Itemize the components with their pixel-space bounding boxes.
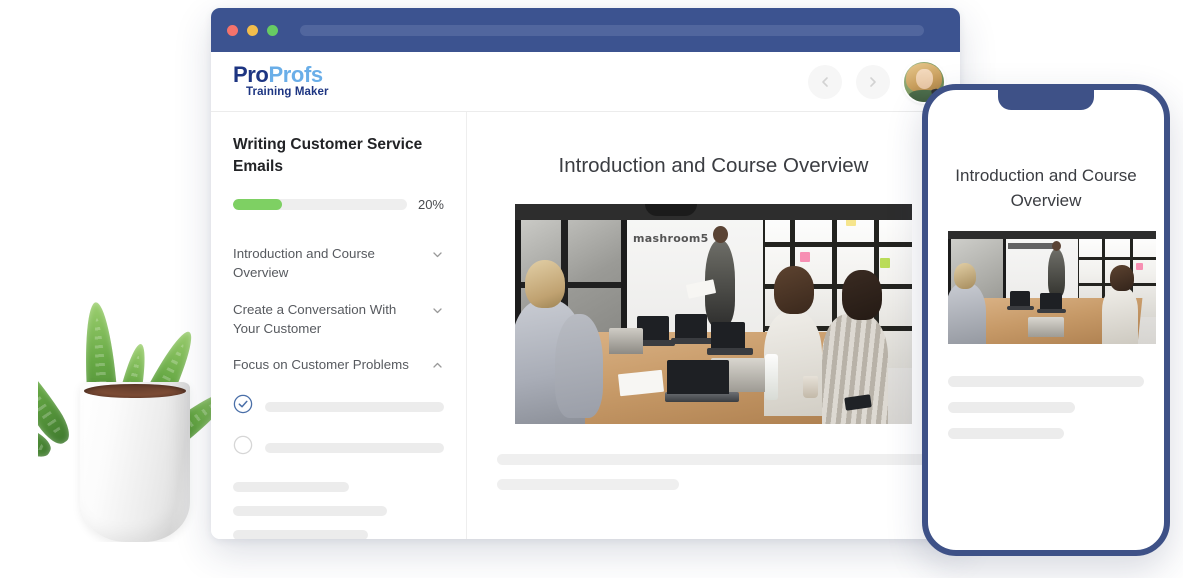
hero-ceiling (948, 231, 1156, 240)
hero-attendee-head (842, 270, 882, 320)
plant-decoration (38, 182, 228, 542)
progress-track (233, 198, 407, 210)
hero-attendee (1102, 287, 1138, 345)
plant-pot (80, 382, 190, 542)
chevron-right-icon (866, 75, 880, 89)
hero-attendee-head (954, 263, 976, 290)
content-placeholder-line (233, 530, 369, 539)
hero-paper (617, 369, 665, 397)
course-progress: 20% (233, 197, 444, 212)
phone-hero-image (948, 231, 1156, 345)
hero-laptop (1028, 317, 1064, 338)
proprofs-logo[interactable]: ProProfs Training Maker (233, 64, 329, 99)
minimize-button[interactable] (247, 24, 258, 36)
list-item[interactable] (233, 427, 444, 468)
lesson-content: Introduction and Course Overview mashroo… (467, 112, 960, 539)
content-placeholder-line (233, 482, 350, 493)
logo-text-profs: Profs (268, 62, 323, 88)
hero-laptop (671, 338, 713, 344)
avatar-face (916, 68, 933, 89)
hero-laptop (675, 314, 707, 338)
logo-wordmark: ProProfs (233, 64, 329, 86)
page-title: Introduction and Course Overview (558, 154, 869, 177)
chevron-down-icon[interactable] (431, 304, 444, 322)
check-circle-icon (233, 394, 253, 419)
window-controls (227, 24, 278, 36)
chevron-down-icon[interactable] (431, 248, 444, 266)
address-bar[interactable] (300, 24, 924, 36)
forward-button[interactable] (856, 64, 890, 99)
logo-tagline: Training Maker (246, 86, 329, 99)
phone-mockup: Introduction and Course Overview (922, 84, 1170, 556)
hero-presenter-head (713, 226, 728, 243)
hero-attendee-head (774, 266, 814, 314)
hero-attendee-head (525, 260, 565, 308)
phone-screen: Introduction and Course Overview (928, 90, 1164, 550)
hero-attendee-head (1110, 265, 1134, 292)
content-placeholder-line (948, 376, 1144, 388)
hero-laptop (1010, 291, 1030, 307)
app-body: Writing Customer Service Emails 20% Intr… (211, 112, 960, 539)
hero-wall-text (1008, 243, 1056, 250)
header-actions (808, 61, 944, 102)
content-placeholder-line (497, 454, 930, 465)
screenshot-stage: ProProfs Training Maker Writing Customer… (0, 0, 1183, 578)
chevron-up-icon[interactable] (431, 359, 444, 377)
lesson-text-placeholder (497, 454, 930, 490)
hero-cup (803, 376, 818, 398)
browser-window: ProProfs Training Maker Writing Customer… (211, 8, 960, 539)
content-placeholder-line (497, 479, 679, 490)
logo-text-pro: Pro (233, 62, 269, 88)
hero-laptop (609, 328, 643, 354)
close-button[interactable] (227, 24, 238, 36)
content-placeholder-line (233, 506, 388, 517)
list-item[interactable] (233, 386, 444, 427)
sidebar-item-focus-customer-problems[interactable]: Focus on Customer Problems (233, 347, 444, 386)
sidebar-item-label: Focus on Customer Problems (233, 357, 409, 373)
sidebar-item-introduction[interactable]: Introduction and Course Overview (233, 236, 444, 292)
hero-laptop (1007, 306, 1034, 311)
hero-laptop (1040, 293, 1062, 310)
phone-notch (998, 90, 1094, 110)
empty-circle-icon (233, 435, 253, 460)
hero-attendee (555, 314, 603, 418)
phone-text-placeholder (948, 376, 1144, 440)
progress-fill (233, 198, 282, 210)
hero-lamp (645, 204, 697, 216)
content-placeholder-line (948, 402, 1076, 414)
course-sidebar: Writing Customer Service Emails 20% Intr… (211, 112, 467, 539)
lesson-title-placeholder (265, 442, 444, 453)
chevron-left-icon (818, 75, 832, 89)
lesson-title-placeholder (265, 401, 444, 412)
hero-laptop (667, 360, 729, 394)
app-header: ProProfs Training Maker (211, 52, 960, 112)
hero-ceiling (515, 204, 912, 220)
hero-laptop (707, 348, 753, 355)
content-placeholder-line (948, 428, 1064, 440)
hero-presenter (1048, 249, 1065, 298)
course-title: Writing Customer Service Emails (233, 136, 423, 176)
lesson-hero-image: mashroom5 (515, 204, 912, 424)
hero-laptop (1037, 309, 1066, 314)
maximize-button[interactable] (267, 24, 278, 36)
sidebar-item-create-conversation[interactable]: Create a Conversation With Your Customer (233, 292, 444, 348)
phone-page-title: Introduction and Course Overview (955, 166, 1137, 210)
hero-bottle (765, 354, 778, 400)
sidebar-item-label: Introduction and Course Overview (233, 245, 375, 280)
hero-attendee (948, 283, 986, 345)
hero-laptop (711, 322, 745, 348)
progress-percent-label: 20% (417, 196, 444, 212)
hero-wall-text: mashroom5 (633, 232, 709, 245)
back-button[interactable] (808, 64, 842, 99)
sidebar-item-label: Create a Conversation With Your Customer (233, 301, 397, 336)
browser-titlebar (211, 8, 960, 52)
